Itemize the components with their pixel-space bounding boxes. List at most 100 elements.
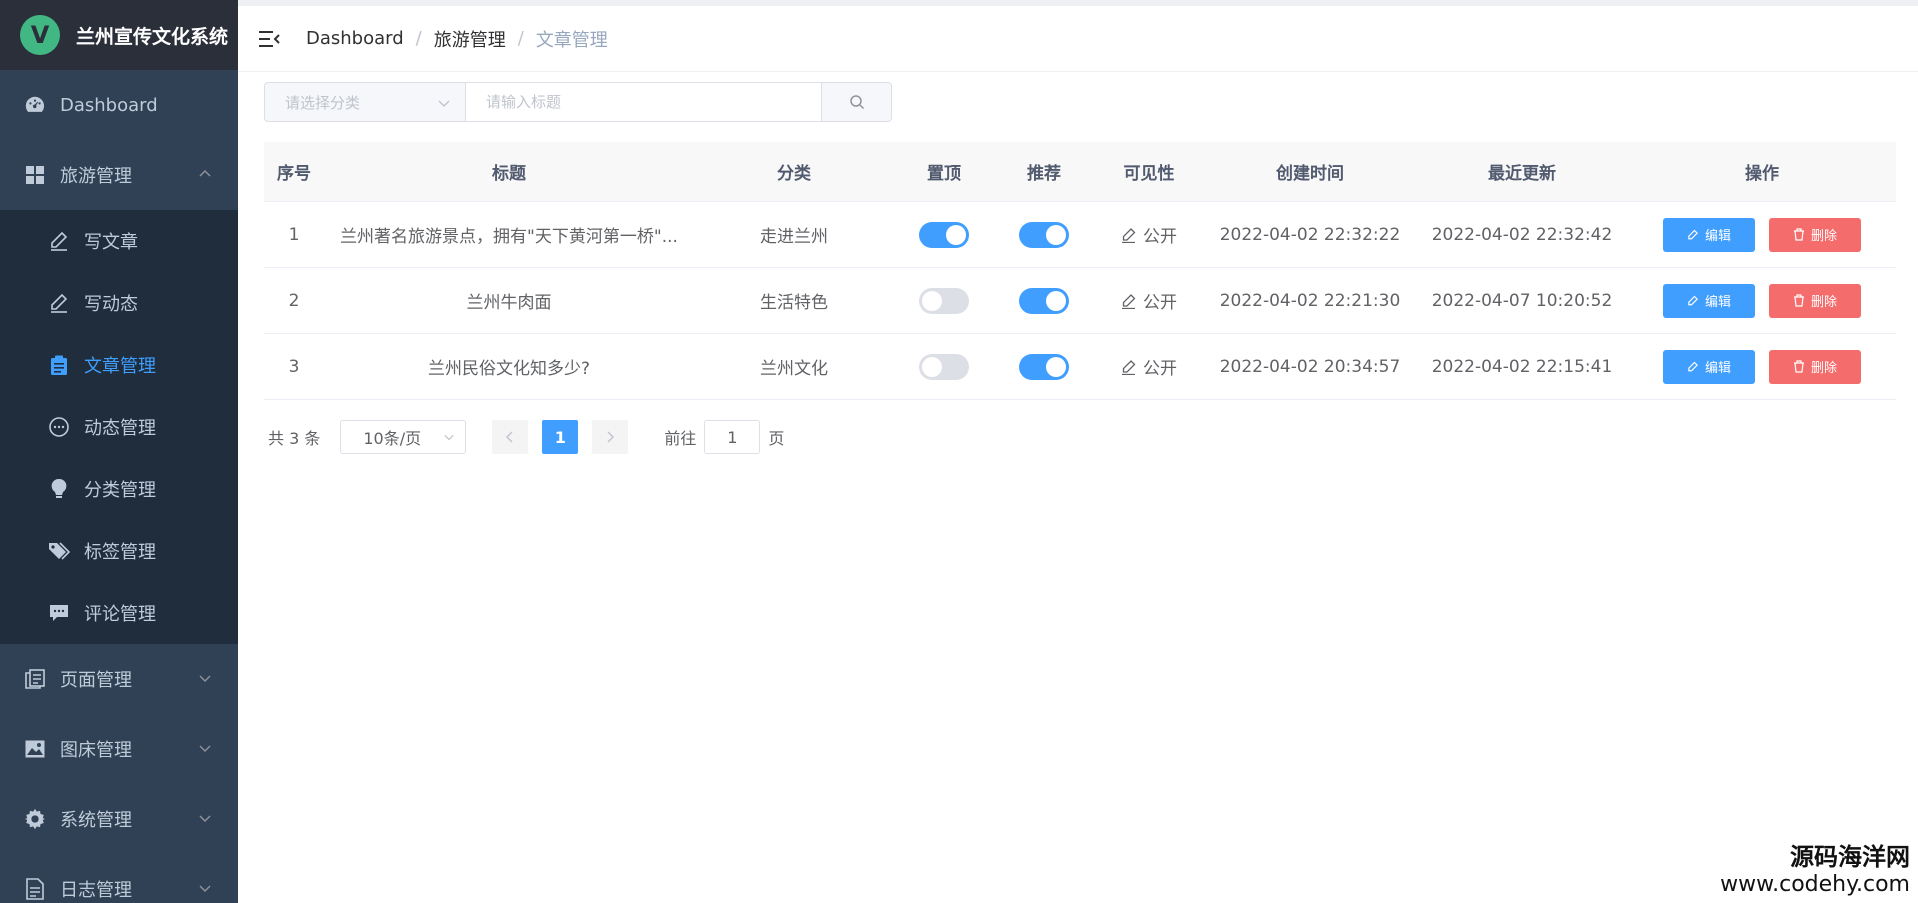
sidebar-item-label: 日志管理 (60, 880, 132, 901)
lightbulb-icon (48, 478, 70, 500)
table-header: 序号 标题 分类 置顶 推荐 可见性 创建时间 最近更新 操作 (264, 142, 1896, 202)
row-ops: 编辑 删除 (1628, 283, 1896, 318)
row-category: 生活特色 (760, 293, 828, 313)
sidebar-item-article-manage[interactable]: 文章管理 (0, 334, 238, 396)
goto-page-input[interactable] (704, 420, 761, 454)
pencil-icon (1688, 361, 1698, 371)
image-icon (24, 738, 46, 760)
row-index: 2 (288, 290, 300, 311)
breadcrumb-separator: / (415, 28, 422, 49)
row-title: 兰州牛肉面 (466, 293, 552, 313)
page-size-select[interactable]: 10条/页 (340, 420, 467, 454)
recommend-switch[interactable] (1019, 287, 1069, 314)
dashboard-icon (24, 94, 46, 116)
row-ops: 编辑 删除 (1628, 349, 1896, 384)
main-content: Dashboard / 旅游管理 / 文章管理 请选择分类 序号 标题 分类 置… (238, 0, 1918, 903)
breadcrumb-item[interactable]: 旅游管理 (434, 26, 506, 52)
sidebar-item-tag-manage[interactable]: 标签管理 (0, 520, 238, 582)
top-switch[interactable] (919, 353, 969, 380)
row-recommend-cell (994, 287, 1094, 314)
table-row: 2 兰州牛肉面 生活特色 公开 2022-04-02 22:21:30 2022… (264, 268, 1896, 334)
delete-button[interactable]: 删除 (1769, 217, 1861, 252)
row-updated: 2022-04-07 10:20:52 (1431, 290, 1613, 311)
article-table: 序号 标题 分类 置顶 推荐 可见性 创建时间 最近更新 操作 1 兰州著名旅游… (264, 142, 1896, 400)
switch-knob (946, 224, 966, 245)
logo[interactable]: V 兰州宣传文化系统 (0, 0, 238, 70)
sidebar-item-label: 标签管理 (84, 542, 156, 563)
breadcrumb-item[interactable]: Dashboard (306, 28, 404, 49)
row-visibility-cell: 公开 (1094, 222, 1204, 247)
sidebar-item-travel[interactable]: 旅游管理 (0, 140, 238, 210)
switch-knob (1046, 290, 1066, 311)
app-title: 兰州宣传文化系统 (76, 25, 229, 48)
sidebar-item-moment-manage[interactable]: 动态管理 (0, 396, 238, 458)
category-select[interactable]: 请选择分类 (264, 82, 466, 122)
sidebar-item-label: 旅游管理 (60, 166, 132, 187)
chevron-left-icon (506, 431, 513, 443)
edit-button[interactable]: 编辑 (1663, 349, 1755, 384)
sidebar-item-label: 写文章 (84, 232, 138, 253)
sidebar: V 兰州宣传文化系统 Dashboard 旅游管理 写文章 写动态 文章管理 动… (0, 0, 238, 903)
title-search-input[interactable] (466, 82, 822, 122)
row-visibility-cell: 公开 (1094, 354, 1204, 379)
tag-icon (48, 540, 70, 562)
row-title-cell: 兰州牛肉面 (324, 288, 694, 313)
chevron-down-icon (199, 885, 211, 892)
sidebar-item-comment-manage[interactable]: 评论管理 (0, 582, 238, 644)
pages-icon (24, 668, 46, 690)
chevron-down-icon (199, 815, 211, 822)
trash-icon (1793, 294, 1804, 307)
chevron-up-icon (199, 170, 211, 177)
col-header-top: 置顶 (927, 164, 961, 184)
edit-button[interactable]: 编辑 (1663, 283, 1755, 318)
col-header-created: 创建时间 (1276, 164, 1344, 184)
search-button[interactable] (822, 82, 892, 122)
col-header-visibility: 可见性 (1123, 164, 1175, 184)
pagination-total: 共 3 条 (268, 429, 321, 448)
breadcrumb-current: 文章管理 (535, 29, 608, 51)
switch-knob (922, 356, 942, 377)
goto-prefix: 前往 (664, 429, 697, 448)
row-created: 2022-04-02 22:21:30 (1219, 290, 1401, 311)
table-row: 1 兰州著名旅游景点，拥有"天下黄河第一桥"... 走进兰州 公开 2022-0… (264, 202, 1896, 268)
sidebar-item-label: 系统管理 (60, 810, 132, 831)
category-select-placeholder: 请选择分类 (285, 93, 361, 112)
sidebar-item-pages[interactable]: 页面管理 (0, 644, 238, 714)
prev-page-button[interactable] (492, 420, 529, 454)
pencil-icon (1122, 293, 1136, 309)
edit-button[interactable]: 编辑 (1663, 217, 1755, 252)
edit-button-label: 编辑 (1704, 229, 1731, 244)
top-switch[interactable] (919, 287, 969, 314)
delete-button[interactable]: 删除 (1769, 283, 1861, 318)
sidebar-item-category-manage[interactable]: 分类管理 (0, 458, 238, 520)
row-title: 兰州著名旅游景点，拥有"天下黄河第一桥"... (340, 227, 678, 247)
chevron-down-icon (444, 434, 455, 441)
sidebar-item-write-moment[interactable]: 写动态 (0, 272, 238, 334)
sidebar-item-dashboard[interactable]: Dashboard (0, 70, 238, 140)
sidebar-item-label: 分类管理 (84, 480, 156, 501)
trash-icon (1793, 360, 1804, 373)
sidebar-item-label: 评论管理 (84, 604, 156, 625)
sidebar-item-system[interactable]: 系统管理 (0, 784, 238, 854)
next-page-button[interactable] (592, 420, 629, 454)
row-index: 1 (288, 224, 300, 245)
menu-toggle-icon[interactable] (256, 26, 282, 52)
submenu-travel: 写文章 写动态 文章管理 动态管理 分类管理 标签管理 评论管理 (0, 210, 238, 644)
delete-button[interactable]: 删除 (1769, 349, 1861, 384)
visibility-text: 公开 (1143, 359, 1177, 379)
row-top-cell (894, 287, 994, 314)
watermark-url: www.codehy.com (1720, 871, 1910, 897)
top-switch[interactable] (919, 221, 969, 248)
row-category: 兰州文化 (760, 359, 828, 379)
row-recommend-cell (994, 353, 1094, 380)
chevron-down-icon (199, 745, 211, 752)
visibility-label: 公开 (1121, 288, 1177, 313)
recommend-switch[interactable] (1019, 221, 1069, 248)
log-icon (24, 878, 46, 900)
sidebar-item-write-article[interactable]: 写文章 (0, 210, 238, 272)
recommend-switch[interactable] (1019, 353, 1069, 380)
sidebar-item-log[interactable]: 日志管理 (0, 854, 238, 903)
sidebar-item-image-bed[interactable]: 图床管理 (0, 714, 238, 784)
page-number-button[interactable]: 1 (542, 420, 579, 454)
row-title: 兰州民俗文化知多少? (427, 359, 591, 379)
